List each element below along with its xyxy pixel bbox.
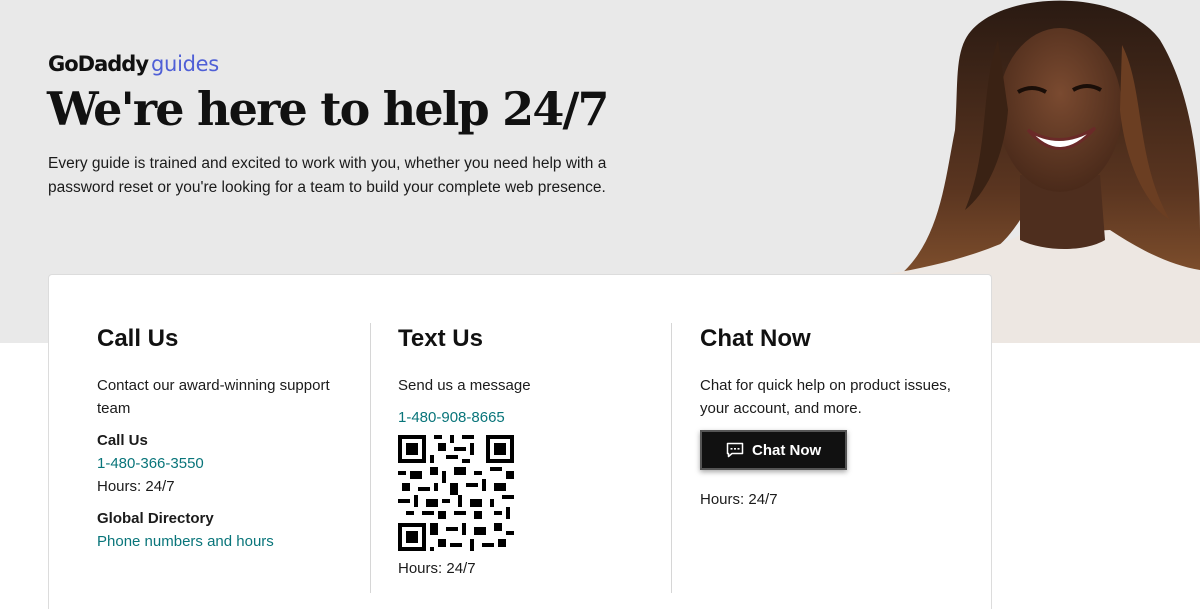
- brand-name: GoDaddy: [48, 52, 149, 76]
- chat-bubble-icon: [726, 442, 744, 458]
- text-us-title: Text Us: [398, 325, 483, 352]
- text-us-section: Text Us Send us a message 1-480-908-8665: [398, 323, 658, 593]
- call-us-label: Call Us: [97, 432, 148, 449]
- hero-intro: Every guide is trained and excited to wo…: [48, 155, 607, 196]
- call-hours: Hours: 24/7: [97, 478, 175, 495]
- chat-now-button[interactable]: Chat Now: [700, 430, 848, 470]
- phone-numbers-link[interactable]: Phone numbers and hours: [97, 530, 357, 553]
- text-us-description: Send us a message: [398, 377, 531, 394]
- godaddy-guides-logo[interactable]: GoDaddy guides: [48, 52, 219, 78]
- call-phone-link[interactable]: 1-480-366-3550: [97, 452, 357, 475]
- chat-description: Chat for quick help on product issues, y…: [700, 377, 951, 417]
- call-us-title: Call Us: [97, 325, 179, 352]
- contact-options-card: Call Us Contact our award-winning suppor…: [48, 274, 992, 609]
- global-directory-label: Global Directory: [97, 510, 214, 527]
- text-hours: Hours: 24/7: [398, 560, 476, 577]
- chat-now-section: Chat Now Chat for quick help on product …: [700, 323, 960, 593]
- chat-now-title: Chat Now: [700, 325, 811, 352]
- brand-sub: guides: [151, 52, 219, 76]
- call-us-section: Call Us Contact our award-winning suppor…: [97, 323, 357, 593]
- qr-code[interactable]: [398, 435, 514, 551]
- column-divider: [671, 323, 672, 593]
- page-title: We're here to help 24/7: [47, 82, 610, 136]
- column-divider: [370, 323, 371, 593]
- text-phone-link[interactable]: 1-480-908-8665: [398, 406, 658, 429]
- chat-hours: Hours: 24/7: [700, 491, 778, 508]
- call-us-description: Contact our award-winning support team: [97, 377, 330, 417]
- chat-now-button-label: Chat Now: [752, 441, 822, 459]
